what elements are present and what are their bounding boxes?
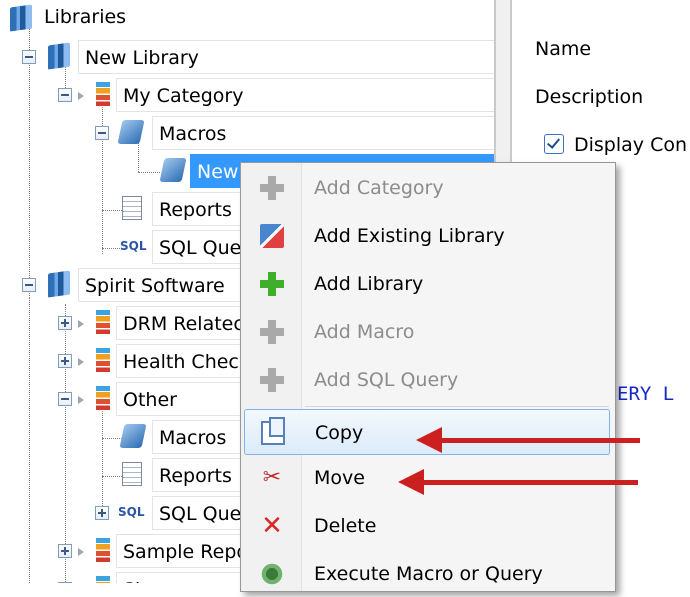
macro-icon	[119, 424, 147, 448]
collapse-toggle-icon[interactable]	[58, 88, 72, 102]
tree-node-label: Libraries	[38, 0, 133, 34]
arrow-icon	[78, 358, 84, 366]
tree-node-label: Macros	[152, 116, 494, 150]
name-label: Name	[535, 38, 592, 60]
plus-icon	[260, 176, 284, 200]
description-label: Description	[535, 86, 644, 108]
plus-icon	[260, 320, 284, 344]
delete-icon: ✕	[261, 511, 283, 541]
display-checkbox[interactable]	[544, 134, 564, 154]
report-icon	[122, 196, 142, 220]
menu-item-label: Add Category	[314, 177, 444, 199]
menu-item-label: Execute Macro or Query	[314, 563, 543, 585]
annotation-arrow-copy	[416, 427, 640, 453]
annotation-arrow-move	[398, 469, 638, 495]
menu-item-label: Add Library	[314, 273, 424, 295]
plus-icon	[260, 272, 284, 296]
add-existing-library-icon	[260, 224, 284, 248]
menu-item-label: Add SQL Query	[314, 369, 459, 391]
menu-item-add-existing-library[interactable]: Add Existing Library	[244, 213, 610, 259]
macro-icon	[117, 120, 145, 144]
library-icon	[48, 270, 70, 298]
category-icon	[96, 348, 110, 372]
context-menu[interactable]: Add Category Add Existing Library Add Li…	[240, 162, 616, 592]
collapse-toggle-icon[interactable]	[58, 392, 72, 406]
library-icon	[48, 42, 70, 70]
category-icon	[96, 310, 110, 334]
tree-node-label: My Category	[116, 78, 494, 112]
arrow-icon	[78, 548, 84, 556]
menu-item-add-macro[interactable]: Add Macro	[244, 309, 610, 355]
menu-item-label: Move	[314, 467, 365, 489]
scissors-icon: ✂	[262, 465, 282, 490]
expand-toggle-icon[interactable]	[58, 316, 72, 330]
category-icon	[96, 386, 110, 410]
menu-item-move[interactable]: ✂ Move	[244, 455, 610, 501]
gear-icon	[260, 562, 284, 586]
copy-icon	[261, 417, 285, 445]
menu-item-label: Delete	[314, 515, 377, 537]
expand-toggle-icon[interactable]	[58, 544, 72, 558]
arrow-icon	[78, 396, 84, 404]
category-icon	[96, 82, 110, 106]
collapse-toggle-icon[interactable]	[95, 126, 109, 140]
sql-icon: SQL	[118, 505, 145, 519]
menu-item-label: Add Macro	[314, 321, 415, 343]
collapse-toggle-icon[interactable]	[22, 50, 36, 64]
sql-icon: SQL	[120, 239, 147, 253]
arrow-icon	[78, 92, 84, 100]
menu-item-label: Copy	[315, 422, 364, 444]
expand-toggle-icon[interactable]	[58, 354, 72, 368]
menu-item-add-library[interactable]: Add Library	[244, 261, 610, 307]
category-icon	[96, 576, 110, 583]
arrow-icon	[78, 320, 84, 328]
menu-separator	[305, 406, 609, 407]
menu-item-label: Add Existing Library	[314, 225, 505, 247]
plus-icon	[260, 368, 284, 392]
category-icon	[96, 538, 110, 562]
macro-icon	[159, 158, 187, 182]
menu-item-add-category[interactable]: Add Category	[244, 165, 610, 211]
display-checkbox-label: Display Con	[574, 134, 688, 156]
report-icon	[122, 462, 142, 486]
menu-item-add-sql-query[interactable]: Add SQL Query	[244, 357, 610, 403]
menu-item-delete[interactable]: ✕ Delete	[244, 503, 610, 549]
menu-item-execute-macro-or-query[interactable]: Execute Macro or Query	[244, 551, 610, 597]
collapse-toggle-icon[interactable]	[22, 278, 36, 292]
expand-toggle-icon[interactable]	[95, 506, 109, 520]
tree-node-label: New Library	[78, 40, 494, 74]
library-icon	[10, 4, 32, 32]
code-editor-text[interactable]: ERY L	[617, 383, 674, 405]
